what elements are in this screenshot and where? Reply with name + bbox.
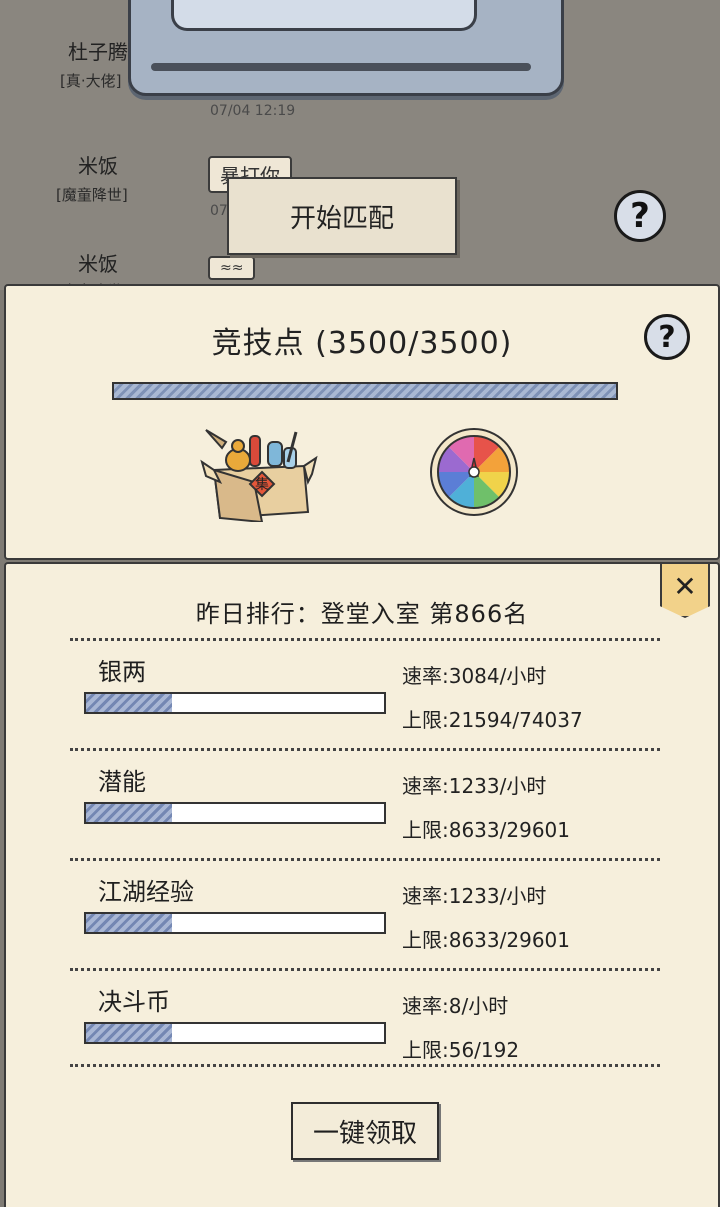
resource-name-experience: 江湖经验 bbox=[98, 878, 194, 906]
chat-sender-title: [真·大佬] bbox=[60, 72, 122, 90]
arena-points-progress-bar bbox=[112, 382, 618, 400]
supply-box-icon[interactable]: 集 bbox=[192, 422, 322, 522]
divider bbox=[70, 638, 660, 641]
resource-progress-fill bbox=[86, 914, 173, 932]
chat-sender-name: 米饭 bbox=[78, 154, 118, 178]
chat-background: 杜子腾 [真·大佬] 07/04 12:19 米饭 [魔童降世] 暴打你 07 … bbox=[0, 0, 720, 290]
console-slot bbox=[151, 63, 531, 71]
resource-limit: 上限:56/192 bbox=[402, 1038, 520, 1062]
help-icon[interactable]: ? bbox=[644, 314, 690, 360]
resource-rate: 速率:1233/小时 bbox=[402, 774, 547, 798]
resource-name-silver: 银两 bbox=[98, 658, 146, 686]
resource-progress-bar bbox=[84, 802, 386, 824]
resource-limit: 上限:8633/29601 bbox=[402, 818, 570, 842]
resource-rate: 速率:3084/小时 bbox=[402, 664, 547, 688]
resource-limit: 上限:21594/74037 bbox=[402, 708, 583, 732]
chat-timestamp: 07 bbox=[210, 203, 228, 219]
divider bbox=[70, 858, 660, 861]
resource-progress-bar bbox=[84, 692, 386, 714]
resource-progress-fill bbox=[86, 804, 173, 822]
chat-sender-name: 杜子腾 bbox=[68, 40, 128, 64]
divider bbox=[70, 1064, 660, 1067]
arena-points-panel: 竞技点 (3500/3500) ? 集 bbox=[4, 284, 720, 560]
yesterday-rank-label: 昨日排行：登堂入室 第866名 bbox=[195, 600, 529, 628]
console-device-image bbox=[128, 0, 564, 96]
resource-progress-fill bbox=[86, 1024, 173, 1042]
resource-progress-fill bbox=[86, 694, 173, 712]
divider bbox=[70, 748, 660, 751]
chat-sender-name: 米饭 bbox=[78, 252, 118, 276]
help-icon[interactable]: ? bbox=[614, 190, 666, 242]
ranking-rewards-panel: ✕ 昨日排行：登堂入室 第866名 银两 速率:3084/小时 上限:21594… bbox=[4, 562, 720, 1207]
claim-all-button[interactable]: 一键领取 bbox=[291, 1102, 439, 1160]
chat-sender-title: [魔童降世] bbox=[56, 186, 128, 204]
svg-text:集: 集 bbox=[255, 476, 269, 493]
resource-rate: 速率:1233/小时 bbox=[402, 884, 547, 908]
arena-points-title: 竞技点 (3500/3500) bbox=[211, 326, 513, 361]
divider bbox=[70, 968, 660, 971]
start-match-button[interactable]: 开始匹配 bbox=[227, 177, 457, 255]
arena-points-progress-fill bbox=[114, 384, 616, 398]
resource-progress-bar bbox=[84, 1022, 386, 1044]
chat-timestamp: 07/04 12:19 bbox=[210, 103, 296, 119]
resource-progress-bar bbox=[84, 912, 386, 934]
console-screen bbox=[171, 0, 477, 31]
chat-bubble: ≈≈ bbox=[208, 256, 256, 280]
resource-rate: 速率:8/小时 bbox=[402, 994, 509, 1018]
lucky-wheel-icon[interactable] bbox=[428, 426, 520, 518]
resource-name-potential: 潜能 bbox=[98, 768, 146, 796]
resource-name-duel-coin: 决斗币 bbox=[98, 988, 170, 1016]
resource-limit: 上限:8633/29601 bbox=[402, 928, 570, 952]
